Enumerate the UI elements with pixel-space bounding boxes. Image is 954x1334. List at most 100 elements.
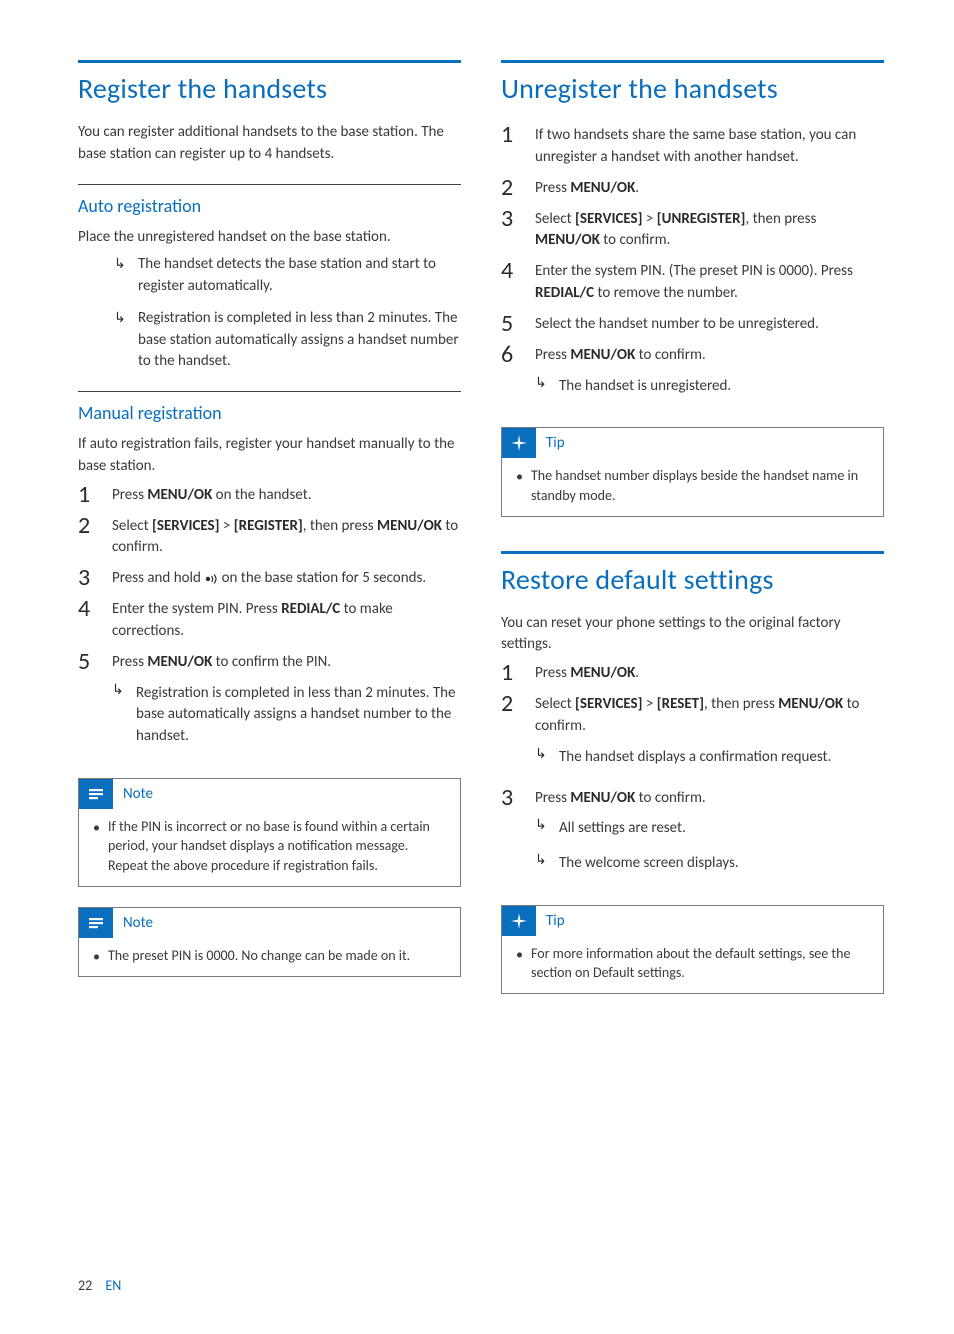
- step-number: 4: [78, 596, 98, 621]
- text: If the PIN is incorrect or no base is fo…: [108, 817, 448, 876]
- rule: [78, 60, 461, 63]
- step-number: 1: [78, 482, 98, 507]
- callout-header: Note: [79, 908, 460, 938]
- list-item: ↳ The handset displays a confirmation re…: [535, 744, 884, 769]
- callout-header: Tip: [502, 428, 883, 458]
- text: For more information about the default s…: [531, 944, 871, 983]
- page-number: 22: [78, 1277, 92, 1294]
- numbered-list: 1 Press MENU/OK on the handset. 2 Select…: [78, 482, 461, 758]
- tip-icon: [502, 428, 536, 458]
- text: Press MENU/OK to confirm. ↳ The handset …: [535, 342, 884, 408]
- list-item: ↳ Registration is completed in less than…: [114, 308, 461, 373]
- note-box: Note •The preset PIN is 0000. No change …: [78, 907, 461, 978]
- text: Select [SERVICES] > [UNREGISTER], then p…: [535, 206, 884, 253]
- list-item: 2 Select [SERVICES] > [REGISTER], then p…: [78, 513, 461, 560]
- text: Enter the system PIN. Press REDIAL/C to …: [112, 596, 461, 643]
- list-item: •For more information about the default …: [516, 944, 871, 983]
- arrow-icon: ↳: [535, 373, 549, 390]
- paragraph: Place the unregistered handset on the ba…: [78, 227, 461, 249]
- spacer: [501, 517, 884, 551]
- right-column: Unregister the handsets 1 If two handset…: [501, 60, 884, 994]
- page-content: Register the handsets You can register a…: [78, 60, 884, 994]
- callout-header: Tip: [502, 906, 883, 936]
- arrow-list: ↳ The handset is unregistered.: [535, 373, 884, 398]
- callout-body: •The handset number displays beside the …: [502, 458, 883, 515]
- heading-auto-registration: Auto registration: [78, 195, 461, 217]
- text: Select [SERVICES] > [REGISTER], then pre…: [112, 513, 461, 560]
- step-number: 5: [501, 311, 521, 336]
- tip-box: Tip •For more information about the defa…: [501, 905, 884, 994]
- rule: [78, 184, 461, 185]
- list-item: 3 Select [SERVICES] > [UNREGISTER], then…: [501, 206, 884, 253]
- list-item: ↳ The handset detects the base station a…: [114, 254, 461, 298]
- step-number: 6: [501, 342, 521, 367]
- text: Select [SERVICES] > [RESET], then press …: [535, 691, 884, 778]
- text: The handset detects the base station and…: [138, 254, 461, 298]
- list-item: 3 Press MENU/OK to confirm. ↳ All settin…: [501, 785, 884, 885]
- callout-title: Note: [123, 914, 153, 932]
- page-key-icon: [204, 573, 218, 585]
- text: Press MENU/OK to confirm the PIN. ↳ Regi…: [112, 649, 461, 758]
- step-number: 3: [78, 565, 98, 590]
- callout-title: Tip: [546, 912, 565, 930]
- language-code: EN: [105, 1277, 121, 1294]
- text: The handset is unregistered.: [559, 373, 884, 398]
- tip-icon: [502, 906, 536, 936]
- callout-body: •The preset PIN is 0000. No change can b…: [79, 938, 460, 977]
- arrow-icon: ↳: [535, 815, 549, 832]
- callout-title: Note: [123, 785, 153, 803]
- rule: [501, 551, 884, 554]
- text: Press and hold on the base station for 5…: [112, 565, 461, 590]
- step-number: 4: [501, 258, 521, 283]
- text: Registration is completed in less than 2…: [136, 680, 461, 748]
- list-item: 4 Enter the system PIN. (The preset PIN …: [501, 258, 884, 305]
- note-icon: [79, 908, 113, 938]
- text: Press MENU/OK on the handset.: [112, 482, 461, 507]
- text: Press MENU/OK.: [535, 175, 884, 200]
- text: The preset PIN is 0000. No change can be…: [108, 946, 410, 966]
- heading-unregister: Unregister the handsets: [501, 71, 884, 106]
- list-item: 1 Press MENU/OK on the handset.: [78, 482, 461, 507]
- text: Press MENU/OK to confirm. ↳ All settings…: [535, 785, 884, 885]
- heading-restore: Restore default settings: [501, 562, 884, 597]
- arrow-icon: ↳: [112, 680, 126, 697]
- callout-title: Tip: [546, 434, 565, 452]
- text: Select the handset number to be unregist…: [535, 311, 884, 336]
- step-number: 1: [501, 122, 521, 147]
- step-number: 3: [501, 785, 521, 810]
- list-item: 2 Press MENU/OK.: [501, 175, 884, 200]
- list-item: 1 Press MENU/OK.: [501, 660, 884, 685]
- text: If two handsets share the same base stat…: [535, 122, 884, 169]
- step-number: 5: [78, 649, 98, 674]
- page-footer: 22 EN: [78, 1277, 121, 1294]
- arrow-list: ↳ All settings are reset. ↳ The welcome …: [535, 815, 884, 875]
- list-item: •If the PIN is incorrect or no base is f…: [93, 817, 448, 876]
- list-item: ↳ Registration is completed in less than…: [112, 680, 461, 748]
- list-item: 4 Enter the system PIN. Press REDIAL/C t…: [78, 596, 461, 643]
- numbered-list: 1 If two handsets share the same base st…: [501, 122, 884, 407]
- list-item: 6 Press MENU/OK to confirm. ↳ The handse…: [501, 342, 884, 408]
- numbered-list: 1 Press MENU/OK. 2 Select [SERVICES] > […: [501, 660, 884, 885]
- step-number: 2: [78, 513, 98, 538]
- text: The welcome screen displays.: [559, 850, 884, 875]
- list-item: ↳ All settings are reset.: [535, 815, 884, 840]
- heading-manual-registration: Manual registration: [78, 402, 461, 424]
- note-icon: [79, 779, 113, 809]
- text: Registration is completed in less than 2…: [138, 308, 461, 373]
- arrow-list: ↳ The handset displays a confirmation re…: [535, 744, 884, 769]
- list-item: 1 If two handsets share the same base st…: [501, 122, 884, 169]
- arrow-icon: ↳: [535, 744, 549, 761]
- list-item: ↳ The welcome screen displays.: [535, 850, 884, 875]
- list-item: •The preset PIN is 0000. No change can b…: [93, 946, 448, 967]
- note-box: Note •If the PIN is incorrect or no base…: [78, 778, 461, 887]
- list-item: 5 Select the handset number to be unregi…: [501, 311, 884, 336]
- heading-register: Register the handsets: [78, 71, 461, 106]
- callout-body: •For more information about the default …: [502, 936, 883, 993]
- step-number: 1: [501, 660, 521, 685]
- arrow-list: ↳ The handset detects the base station a…: [114, 254, 461, 373]
- arrow-list: ↳ Registration is completed in less than…: [112, 680, 461, 748]
- list-item: 3 Press and hold on the base station for…: [78, 565, 461, 590]
- text: The handset displays a confirmation requ…: [559, 744, 884, 769]
- text: Enter the system PIN. (The preset PIN is…: [535, 258, 884, 305]
- rule: [501, 60, 884, 63]
